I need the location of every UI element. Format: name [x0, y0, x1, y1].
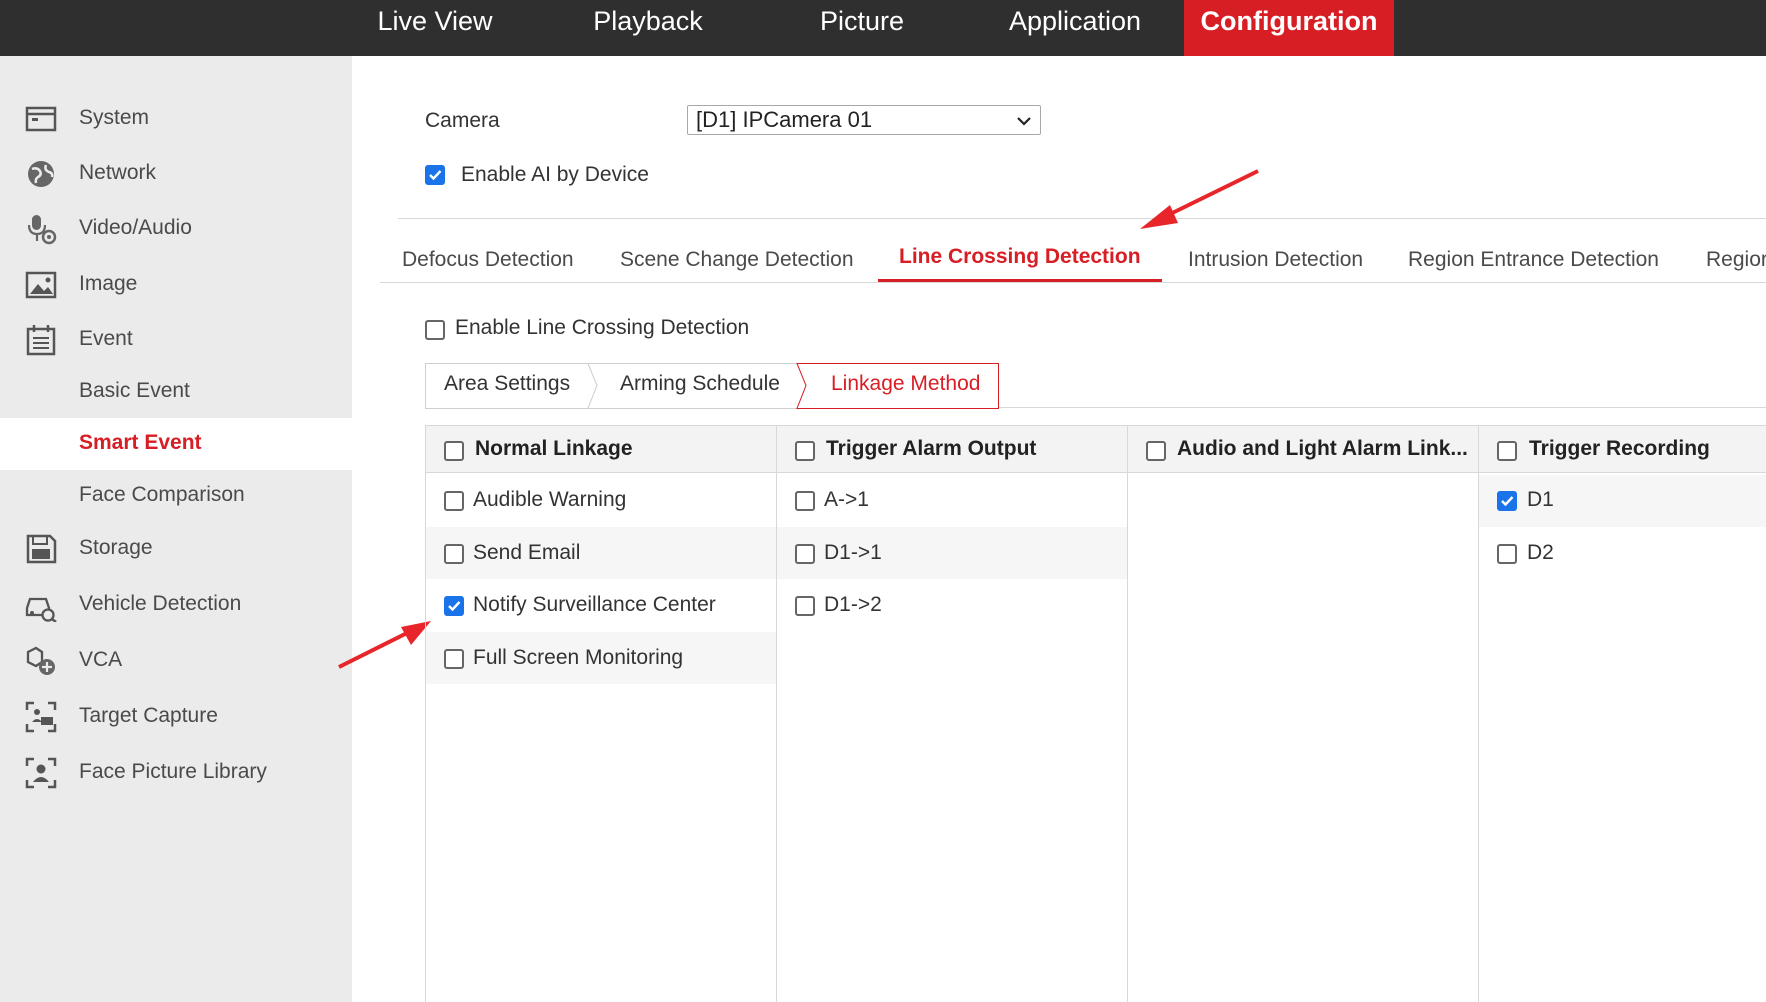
sidebar-item-label: Face Picture Library [79, 760, 267, 783]
sidebar-item-storage[interactable]: Storage [0, 523, 352, 575]
alarm-output-d1-1-checkbox[interactable] [795, 544, 815, 564]
camera-label: Camera [425, 109, 500, 132]
sidebar-item-label: Image [79, 272, 138, 295]
full-screen-monitoring-checkbox[interactable] [444, 649, 464, 669]
tab-defocus-detection[interactable]: Defocus Detection [402, 248, 574, 272]
alarm-output-d1-2-label: D1->2 [824, 593, 882, 616]
audible-warning-checkbox[interactable] [444, 491, 464, 511]
divider [380, 282, 1766, 283]
sidebar-item-label: Smart Event [79, 431, 202, 454]
send-email-label: Send Email [473, 541, 581, 564]
enable-ai-checkbox[interactable] [425, 165, 445, 185]
save-icon [24, 532, 58, 566]
tab-region-exit-detection[interactable]: Regior [1706, 248, 1766, 272]
sidebar-item-label: Event [79, 327, 133, 350]
globe-icon [24, 157, 58, 191]
enable-line-crossing-checkbox[interactable] [425, 320, 445, 340]
chevron-down-icon [1014, 110, 1034, 130]
divider [398, 218, 1766, 219]
alarm-output-d1-1-label: D1->1 [824, 541, 882, 564]
recording-d1-checkbox[interactable] [1497, 491, 1517, 511]
enable-line-crossing-label: Enable Line Crossing Detection [455, 316, 750, 339]
step-tab-linkage-method[interactable]: Linkage Method [831, 363, 980, 407]
face-library-icon [24, 756, 58, 790]
sidebar-item-label: Network [79, 161, 157, 184]
sidebar-item-smart-event[interactable]: Smart Event [0, 418, 352, 470]
sidebar-item-label: Storage [79, 536, 153, 559]
tab-scene-change-detection[interactable]: Scene Change Detection [620, 248, 854, 272]
sidebar-item-label: Video/Audio [79, 216, 192, 239]
image-icon [24, 268, 58, 302]
tab-intrusion-detection[interactable]: Intrusion Detection [1188, 248, 1363, 272]
trigger-alarm-output-select-all-checkbox[interactable] [795, 441, 815, 461]
camera-select-value: [D1] IPCamera 01 [696, 107, 873, 132]
sidebar-item-face-picture-library[interactable]: Face Picture Library [0, 747, 352, 799]
sidebar-item-basic-event[interactable]: Basic Event [0, 366, 352, 418]
grid-column-divider [776, 425, 777, 1002]
sidebar-item-vca[interactable]: VCA [0, 635, 352, 687]
recording-d2-checkbox[interactable] [1497, 544, 1517, 564]
sidebar-item-label: Target Capture [79, 704, 218, 727]
send-email-checkbox[interactable] [444, 544, 464, 564]
enable-ai-label: Enable AI by Device [461, 163, 649, 186]
sidebar-item-network[interactable]: Network [0, 148, 352, 200]
column-header-trigger-alarm-output: Trigger Alarm Output [826, 437, 1037, 460]
nav-playback[interactable]: Playback [548, 0, 748, 56]
sidebar-item-system[interactable]: System [0, 93, 352, 145]
grid-column-divider [425, 425, 426, 1002]
nav-picture[interactable]: Picture [768, 0, 956, 56]
step-tab-arming-schedule[interactable]: Arming Schedule [620, 363, 780, 407]
vca-icon [24, 644, 58, 678]
grid-column-divider [1127, 425, 1128, 1002]
sidebar-item-label: Vehicle Detection [79, 592, 242, 615]
alarm-output-a1-checkbox[interactable] [795, 491, 815, 511]
microphone-camera-icon [24, 212, 58, 246]
target-capture-icon [24, 700, 58, 734]
column-header-audio-light-alarm: Audio and Light Alarm Link... [1177, 437, 1468, 460]
alarm-output-d1-2-checkbox[interactable] [795, 596, 815, 616]
sidebar-item-image[interactable]: Image [0, 259, 352, 311]
annotation-arrow-icon [1140, 169, 1259, 229]
calendar-icon [24, 323, 58, 357]
recording-d2-label: D2 [1527, 541, 1554, 564]
nav-live-view[interactable]: Live View [345, 0, 525, 56]
sidebar-item-video-audio[interactable]: Video/Audio [0, 203, 352, 255]
audio-light-alarm-select-all-checkbox[interactable] [1146, 441, 1166, 461]
alarm-output-a1-label: A->1 [824, 488, 869, 511]
recording-d1-label: D1 [1527, 488, 1554, 511]
nav-configuration[interactable]: Configuration [1184, 0, 1394, 56]
nav-application[interactable]: Application [985, 0, 1165, 56]
full-screen-monitoring-label: Full Screen Monitoring [473, 646, 684, 669]
notify-surveillance-center-checkbox[interactable] [444, 596, 464, 616]
tab-region-entrance-detection[interactable]: Region Entrance Detection [1408, 248, 1659, 272]
sidebar-item-face-comparison[interactable]: Face Comparison [0, 470, 352, 522]
sidebar-item-vehicle-detection[interactable]: Vehicle Detection [0, 579, 352, 631]
sidebar-item-target-capture[interactable]: Target Capture [0, 691, 352, 743]
trigger-recording-select-all-checkbox[interactable] [1497, 441, 1517, 461]
camera-select[interactable]: [D1] IPCamera 01 [687, 105, 1041, 135]
normal-linkage-select-all-checkbox[interactable] [444, 441, 464, 461]
step-tab-area-settings[interactable]: Area Settings [444, 363, 570, 407]
sidebar-item-label: System [79, 106, 150, 129]
sidebar-item-label: VCA [79, 648, 123, 671]
column-header-normal-linkage: Normal Linkage [475, 437, 633, 460]
top-navigation-bar: Live View Playback Picture Application C… [0, 0, 1766, 56]
audible-warning-label: Audible Warning [473, 488, 627, 511]
row-stripe [1479, 475, 1766, 527]
notify-surveillance-center-label: Notify Surveillance Center [473, 593, 716, 616]
annotation-arrow-icon [338, 621, 431, 669]
sidebar-item-label: Face Comparison [79, 483, 245, 506]
sidebar-item-label: Basic Event [79, 379, 190, 402]
sidebar-item-event[interactable]: Event [0, 314, 352, 366]
system-icon [24, 102, 58, 136]
car-search-icon [24, 588, 58, 623]
tab-line-crossing-detection[interactable]: Line Crossing Detection [899, 245, 1141, 269]
column-header-trigger-recording: Trigger Recording [1529, 437, 1710, 460]
